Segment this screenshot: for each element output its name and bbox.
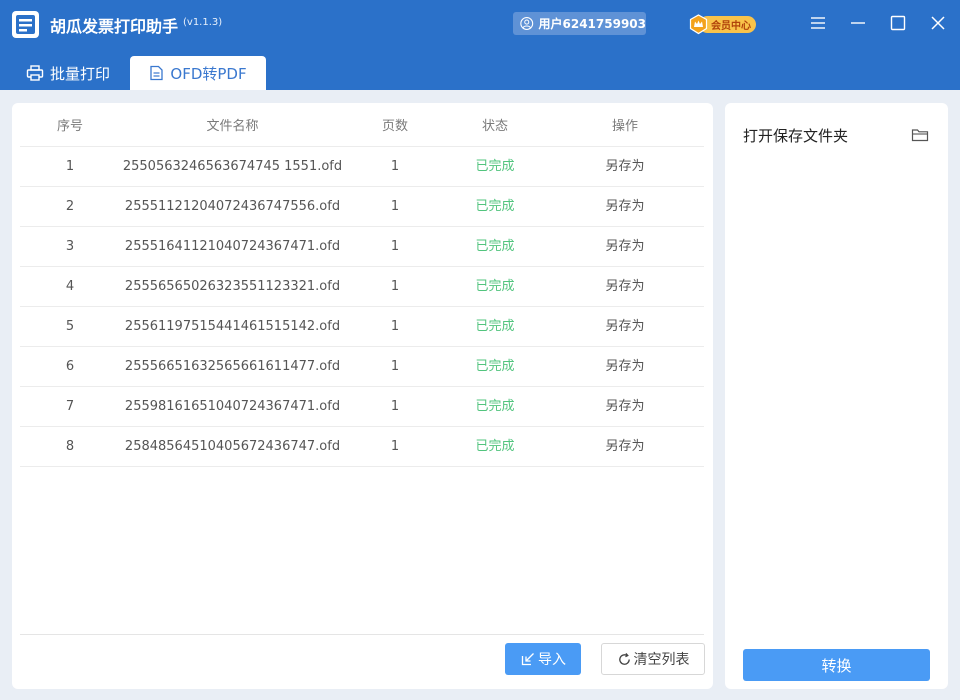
menu-button[interactable] — [809, 14, 827, 32]
row-filename: 25556565026323551123321.ofd — [124, 279, 341, 294]
tab-ofd-to-pdf-label: OFD转PDF — [170, 64, 247, 83]
row-status: 已完成 — [475, 159, 515, 174]
column-header-filename: 文件名称 — [206, 119, 259, 134]
column-header-action: 操作 — [611, 119, 638, 134]
row-status: 已完成 — [475, 359, 515, 374]
table-row: 2 25551121204072436747556.ofd 1 已完成 另存为 — [20, 187, 704, 227]
row-pages: 1 — [390, 159, 400, 174]
vip-crown-icon — [689, 14, 708, 35]
row-pages: 1 — [390, 319, 400, 334]
import-icon — [521, 653, 534, 666]
save-as-button[interactable]: 另存为 — [545, 387, 705, 427]
open-save-folder-link[interactable]: 打开保存文件夹 — [743, 125, 848, 146]
row-filename: 25551121204072436747556.ofd — [124, 199, 341, 214]
import-button-label: 导入 — [538, 652, 566, 668]
import-button[interactable]: 导入 — [505, 643, 581, 675]
tab-batch-print-label: 批量打印 — [50, 64, 111, 83]
table-row: 7 25598161651040724367471.ofd 1 已完成 另存为 — [20, 387, 704, 427]
row-pages: 1 — [390, 359, 400, 374]
column-header-index: 序号 — [56, 119, 83, 134]
row-status: 已完成 — [475, 239, 515, 254]
row-pages: 1 — [390, 439, 400, 454]
row-status: 已完成 — [475, 319, 515, 334]
save-as-button[interactable]: 另存为 — [545, 307, 705, 347]
row-filename: 25561197515441461515142.ofd — [124, 319, 341, 334]
row-index: 2 — [65, 199, 75, 214]
save-as-button[interactable]: 另存为 — [545, 227, 705, 267]
user-icon — [520, 17, 534, 30]
title-bar: 胡瓜发票打印助手 (v1.1.3) 用户6241759903 会员中心 — [0, 0, 960, 48]
save-as-button[interactable]: 另存为 — [545, 267, 705, 307]
table-row: 5 25561197515441461515142.ofd 1 已完成 另存为 — [20, 307, 704, 347]
row-filename: 25598161651040724367471.ofd — [124, 399, 341, 414]
row-index: 7 — [65, 399, 75, 414]
save-as-button[interactable]: 另存为 — [545, 427, 705, 467]
convert-button[interactable]: 转换 — [743, 649, 930, 681]
row-pages: 1 — [390, 399, 400, 414]
row-pages: 1 — [390, 279, 400, 294]
column-header-status: 状态 — [481, 119, 508, 134]
row-index: 6 — [65, 359, 75, 374]
row-status: 已完成 — [475, 279, 515, 294]
row-status: 已完成 — [475, 399, 515, 414]
table-row: 1 2550563246563674745 1551.ofd 1 已完成 另存为 — [20, 147, 704, 187]
table-row: 8 25848564510405672436747.ofd 1 已完成 另存为 — [20, 427, 704, 467]
table-row: 3 25551641121040724367471.ofd 1 已完成 另存为 — [20, 227, 704, 267]
row-filename: 25551641121040724367471.ofd — [124, 239, 341, 254]
save-as-button[interactable]: 另存为 — [545, 147, 705, 187]
row-index: 5 — [65, 319, 75, 334]
row-index: 3 — [65, 239, 75, 254]
table-row: 4 25556565026323551123321.ofd 1 已完成 另存为 — [20, 267, 704, 307]
row-filename: 25848564510405672436747.ofd — [124, 439, 341, 454]
user-id-label: 用户6241759903 — [538, 17, 647, 31]
row-index: 1 — [65, 159, 75, 174]
row-pages: 1 — [390, 239, 400, 254]
vip-center-button[interactable]: 会员中心 — [689, 14, 756, 35]
menu-icon — [811, 17, 825, 29]
maximize-icon — [890, 15, 906, 31]
save-as-button[interactable]: 另存为 — [545, 347, 705, 387]
app-title: 胡瓜发票打印助手 — [50, 17, 179, 36]
minimize-button[interactable] — [849, 14, 867, 32]
printer-icon — [26, 65, 44, 81]
close-button[interactable] — [929, 14, 947, 32]
tab-ofd-to-pdf[interactable]: OFD转PDF — [130, 56, 266, 90]
app-version: (v1.1.3) — [183, 17, 223, 28]
app-logo-icon — [12, 11, 39, 38]
minimize-icon — [851, 22, 865, 24]
row-status: 已完成 — [475, 439, 515, 454]
column-header-pages: 页数 — [381, 119, 408, 134]
row-filename: 2550563246563674745 1551.ofd — [122, 159, 343, 174]
row-index: 4 — [65, 279, 75, 294]
close-icon — [931, 16, 945, 30]
maximize-button[interactable] — [889, 14, 907, 32]
refresh-icon — [618, 652, 630, 665]
row-index: 8 — [65, 439, 75, 454]
footer-divider — [20, 634, 704, 635]
document-icon — [150, 65, 164, 81]
user-account-badge[interactable]: 用户6241759903 — [513, 12, 646, 35]
save-as-button[interactable]: 另存为 — [545, 187, 705, 227]
file-list-panel: 序号 文件名称 页数 状态 操作 1 2550563246563674745 1… — [12, 103, 713, 689]
clear-list-button-label: 清空列表 — [633, 652, 690, 668]
table-header: 序号 文件名称 页数 状态 操作 — [20, 107, 704, 147]
vip-center-label: 会员中心 — [711, 21, 751, 32]
row-filename: 25556651632565661611477.ofd — [124, 359, 341, 374]
tab-batch-print[interactable]: 批量打印 — [26, 56, 110, 90]
output-settings-panel: 打开保存文件夹 转换 — [725, 103, 948, 689]
table-row: 6 25556651632565661611477.ofd 1 已完成 另存为 — [20, 347, 704, 387]
clear-list-button[interactable]: 清空列表 — [601, 643, 705, 675]
row-pages: 1 — [390, 199, 400, 214]
convert-button-label: 转换 — [821, 656, 852, 675]
file-table: 序号 文件名称 页数 状态 操作 1 2550563246563674745 1… — [20, 107, 704, 467]
row-status: 已完成 — [475, 199, 515, 214]
folder-icon[interactable] — [911, 127, 929, 143]
